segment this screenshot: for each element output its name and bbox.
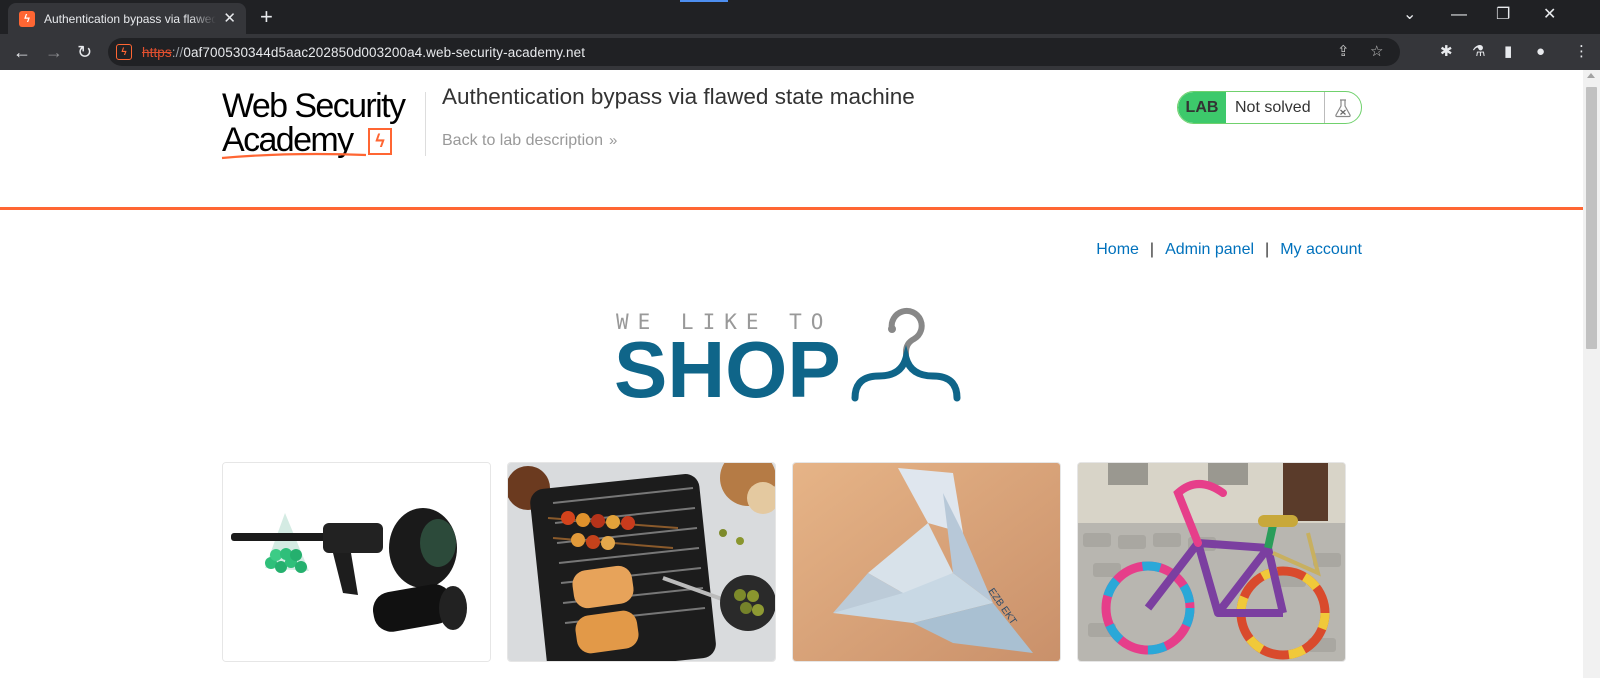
scroll-up-arrow-icon[interactable] — [1587, 73, 1595, 78]
header-divider — [425, 92, 426, 156]
lab-status-widget: LAB Not solved — [1177, 91, 1362, 124]
product-image-knitted-bicycle — [1078, 463, 1345, 661]
extensions-puzzle-icon[interactable]: ✱ — [1440, 43, 1453, 61]
product-card[interactable] — [1077, 462, 1346, 662]
web-security-academy-logo[interactable]: Web Security Academy ϟ — [221, 87, 418, 160]
nav-my-account-link[interactable]: My account — [1280, 241, 1362, 258]
site-navigation: Home | Admin panel | My account — [1096, 241, 1362, 259]
lightning-logo-icon: ϟ — [368, 128, 392, 155]
product-card[interactable] — [507, 462, 776, 662]
product-image-paintball-gun — [223, 463, 490, 661]
back-to-lab-description-link[interactable]: Back to lab description » — [442, 132, 618, 150]
browser-titlebar: ϟ Authentication bypass via flawed state… — [0, 0, 1600, 34]
lab-status-text: Not solved — [1226, 92, 1325, 123]
url-host: 0af700530344d5aac202850d003200a4.web-sec… — [183, 44, 586, 60]
logo-swoosh-icon — [221, 152, 367, 160]
forward-icon[interactable]: → — [45, 42, 63, 62]
bookmark-star-icon[interactable]: ☆ — [1370, 43, 1383, 61]
side-panel-icon[interactable]: ▮ — [1504, 43, 1512, 61]
window-close-icon[interactable]: ✕ — [1543, 6, 1556, 24]
url-text[interactable]: https://0af700530344d5aac202850d003200a4… — [142, 45, 585, 60]
tab-search-icon[interactable]: ⌄ — [1403, 6, 1416, 24]
url-separator: :// — [171, 44, 184, 60]
tab-title: Authentication bypass via flawed state m… — [44, 11, 216, 26]
back-link-label: Back to lab description — [442, 132, 603, 149]
lab-header: Web Security Academy ϟ Authentication by… — [0, 70, 1583, 210]
shop-logo: WE LIKE TO SHOP — [614, 306, 974, 410]
browser-toolbar: ← → ↻ ϟ https://0af700530344d5aac202850d… — [0, 34, 1600, 70]
minimize-icon[interactable]: — — [1451, 6, 1467, 24]
back-icon[interactable]: ← — [13, 42, 31, 62]
address-bar[interactable]: ϟ https://0af700530344d5aac202850d003200… — [108, 38, 1400, 66]
product-card[interactable]: EZB EKT — [792, 462, 1061, 662]
labs-flask-icon[interactable]: ⚗ — [1472, 43, 1485, 61]
clothes-hanger-icon — [851, 307, 961, 402]
titlebar-accent — [680, 0, 728, 2]
nav-separator: | — [1149, 241, 1155, 258]
nav-separator: | — [1265, 241, 1270, 258]
profile-icon[interactable]: ● — [1536, 43, 1545, 61]
scrollbar-thumb[interactable] — [1586, 87, 1597, 349]
new-tab-button[interactable]: + — [260, 6, 273, 28]
product-image-origami-bird: EZB EKT — [793, 463, 1060, 661]
page-scrollbar[interactable] — [1583, 70, 1600, 678]
browser-tab-active[interactable]: ϟ Authentication bypass via flawed state… — [8, 3, 246, 34]
close-tab-icon[interactable]: ✕ — [223, 11, 236, 26]
double-chevron-right-icon: » — [608, 132, 618, 149]
share-icon[interactable]: ⇪ — [1337, 43, 1350, 61]
url-scheme: https — [142, 44, 172, 60]
site-info-icon[interactable]: ϟ — [116, 44, 132, 60]
flask-icon — [1325, 92, 1361, 123]
page-content: Web Security Academy ϟ Authentication by… — [0, 70, 1583, 678]
product-grid: EZB EKT — [222, 462, 1360, 662]
nav-admin-panel-link[interactable]: Admin panel — [1165, 241, 1254, 258]
logo-line-1: Web Security — [222, 87, 406, 125]
shop-word: SHOP — [614, 325, 841, 414]
product-card[interactable] — [222, 462, 491, 662]
product-image-grill-skewers — [508, 463, 775, 661]
lab-title: Authentication bypass via flawed state m… — [442, 84, 915, 109]
lab-badge: LAB — [1178, 92, 1226, 123]
restore-icon[interactable]: ❐ — [1496, 6, 1510, 24]
nav-home-link[interactable]: Home — [1096, 241, 1139, 258]
reload-icon[interactable]: ↻ — [77, 42, 92, 62]
kebab-menu-icon[interactable]: ⋮ — [1574, 43, 1589, 61]
lightning-favicon-icon: ϟ — [19, 10, 35, 27]
